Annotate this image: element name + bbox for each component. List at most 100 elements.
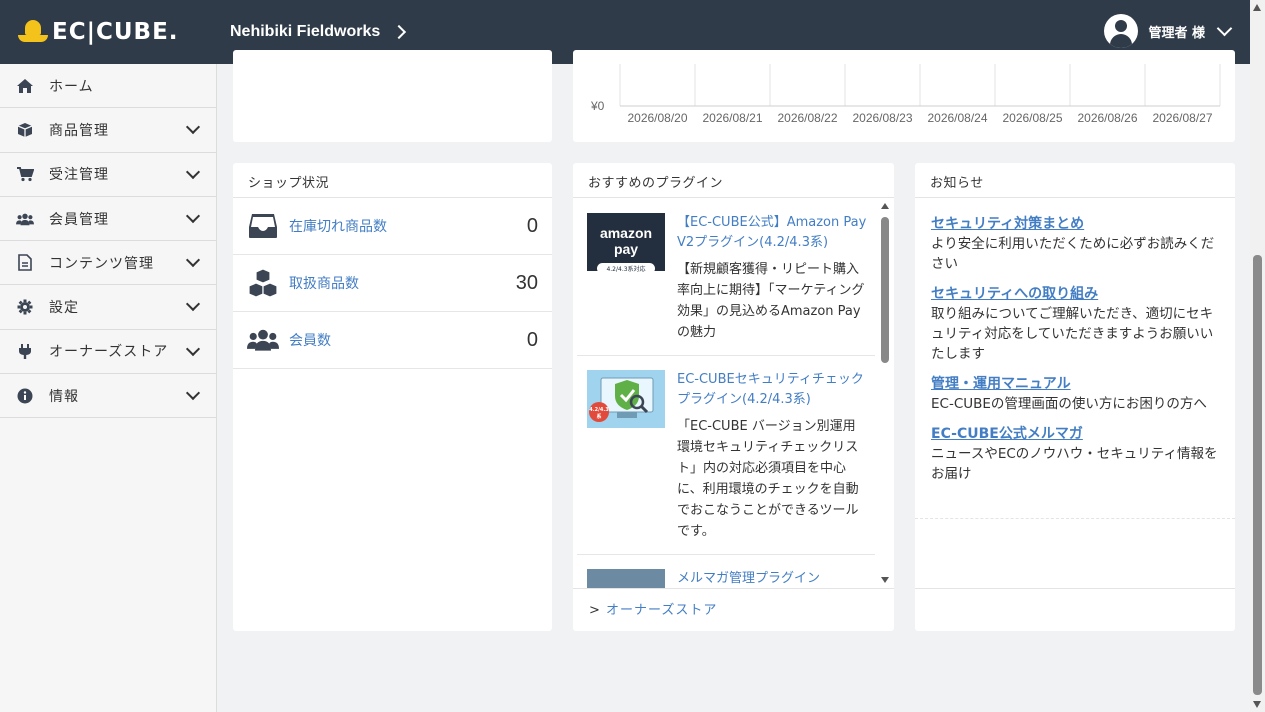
plugins-card: おすすめのプラグイン amazon pay 4.2/4.3系対応 【EC-CUB…: [573, 163, 894, 631]
plugin-title-link[interactable]: EC-CUBEセキュリティチェックプラグイン(4.2/4.3系): [677, 370, 875, 410]
owners-store-link[interactable]: > オーナーズストア: [573, 588, 894, 631]
home-icon: [16, 77, 34, 95]
sales-chart: ¥0 2026/08/20 2026/08/21 2026/08/22 2026/08/…: [590, 64, 1221, 125]
chevron-down-icon: [185, 208, 201, 223]
sidebar-item-label: 商品管理: [49, 122, 109, 139]
chevron-down-icon: [185, 120, 201, 135]
chart-x-tick-label: 2026/08/25: [1002, 111, 1062, 125]
status-value: 0: [526, 328, 538, 351]
logo-text: EC|CUBE.: [52, 19, 179, 45]
plugins-title: おすすめのプラグイン: [573, 163, 894, 198]
scroll-up-icon[interactable]: [1253, 4, 1261, 11]
sidebar-item-orders[interactable]: 受注管理: [0, 153, 216, 197]
sidebar: ホーム 商品管理 受注管理 会員管理 コンテンツ管理 設定 オーナーズストア 情…: [0, 64, 217, 712]
news-link[interactable]: セキュリティ対策まとめ: [931, 214, 1220, 234]
news-title: お知らせ: [915, 163, 1235, 198]
chart-x-tick-label: 2026/08/26: [1077, 111, 1137, 125]
chart-y-tick-label: ¥0: [590, 99, 605, 113]
chart-x-tick-label: 2026/08/24: [927, 111, 987, 125]
plugin-item[interactable]: amazon pay 4.2/4.3系対応 【EC-CUBE公式】Amazon …: [577, 199, 875, 356]
thumb-badge: 4.2/4.3系: [589, 407, 609, 420]
plugin-list-scrollbar[interactable]: [880, 203, 890, 583]
sidebar-item-label: ホーム: [49, 78, 94, 95]
owners-store-link-label[interactable]: オーナーズストア: [606, 603, 717, 618]
news-card: お知らせ セキュリティ対策まとめ より安全に利用いただくために必ずお読みください…: [915, 163, 1235, 631]
status-row-products[interactable]: 取扱商品数 30: [233, 255, 552, 312]
chart-x-tick-label: 2026/08/22: [777, 111, 837, 125]
sidebar-item-label: 受注管理: [49, 167, 109, 184]
plugin-description: 「EC-CUBE バージョン別運用環境セキュリティチェックリスト」内の対応必須項…: [677, 419, 859, 539]
news-description: ニュースやECのノウハウ・セキュリティ情報をお届け: [931, 446, 1218, 482]
sidebar-item-label: オーナーズストア: [49, 344, 169, 361]
status-label: 取扱商品数: [289, 276, 359, 292]
users-icon: [16, 210, 34, 228]
inbox-icon: [247, 211, 279, 241]
shop-name-link[interactable]: Nehibiki Fieldworks: [230, 23, 380, 41]
page-scrollbar[interactable]: [1250, 0, 1265, 712]
sidebar-item-owners-store[interactable]: オーナーズストア: [0, 330, 216, 375]
sidebar-item-contents[interactable]: コンテンツ管理: [0, 241, 216, 286]
document-icon: [16, 254, 34, 272]
link-prefix: >: [589, 603, 601, 618]
sidebar-item-settings[interactable]: 設定: [0, 285, 216, 330]
summary-card: [233, 50, 552, 142]
chevron-down-icon: [185, 164, 201, 179]
news-list: セキュリティ対策まとめ より安全に利用いただくために必ずお読みください セキュリ…: [915, 198, 1235, 519]
chevron-down-icon[interactable]: [1216, 20, 1233, 36]
scrollbar-thumb[interactable]: [1253, 255, 1262, 695]
plugin-title-link[interactable]: メルマガ管理プラグイン: [677, 569, 875, 588]
scroll-up-icon[interactable]: [881, 203, 889, 209]
status-value: 0: [526, 214, 538, 237]
news-description: 取り組みについてご理解いただき、適切にセキュリティ対応をしていただきますようお願…: [931, 306, 1214, 362]
scroll-down-icon[interactable]: [1253, 701, 1261, 708]
box-icon: [16, 121, 34, 139]
news-description: より安全に利用いただくために必ずお読みください: [931, 236, 1215, 272]
chevron-down-icon: [185, 297, 201, 312]
info-icon: [16, 387, 34, 405]
sidebar-item-label: 会員管理: [49, 211, 109, 228]
gear-icon: [16, 298, 34, 316]
thumb-text: amazon pay: [599, 225, 653, 257]
news-link[interactable]: EC-CUBE公式メルマガ: [931, 424, 1220, 444]
ec-cube-logo[interactable]: EC|CUBE.: [18, 19, 210, 45]
plugin-item[interactable]: メルマガ管理プラグイン: [577, 555, 875, 588]
scroll-down-icon[interactable]: [881, 577, 889, 583]
sales-chart-card: ¥0 2026/08/20 2026/08/21 2026/08/22 2026/08/…: [573, 50, 1235, 142]
sidebar-item-info[interactable]: 情報: [0, 374, 216, 419]
sidebar-item-members[interactable]: 会員管理: [0, 197, 216, 242]
sidebar-item-label: 情報: [49, 388, 79, 405]
scrollbar-thumb[interactable]: [881, 217, 889, 363]
shop-status-card: ショップ状況 在庫切れ商品数 0 取扱商品数 30 会員数 0: [233, 163, 552, 631]
cubes-icon: [247, 268, 279, 298]
sidebar-item-home[interactable]: ホーム: [0, 64, 216, 109]
sidebar-item-label: コンテンツ管理: [49, 255, 154, 272]
status-value: 30: [515, 271, 538, 294]
mail-magazine-thumbnail: [587, 569, 665, 588]
status-row-out-of-stock[interactable]: 在庫切れ商品数 0: [233, 198, 552, 255]
plugin-list[interactable]: amazon pay 4.2/4.3系対応 【EC-CUBE公式】Amazon …: [577, 199, 875, 588]
news-link[interactable]: 管理・運用マニュアル: [931, 374, 1220, 394]
chevron-down-icon: [185, 341, 201, 356]
plugin-description: 【新規顧客獲得・リピート購入率向上に期待】「マーケティング効果」の見込めるAma…: [677, 262, 865, 340]
status-label: 会員数: [289, 333, 331, 349]
cart-icon: [16, 165, 34, 183]
news-link[interactable]: セキュリティへの取り組み: [931, 284, 1220, 304]
chart-x-tick-label: 2026/08/27: [1152, 111, 1212, 125]
users-icon: [247, 325, 279, 355]
shop-status-title: ショップ状況: [233, 163, 552, 198]
user-avatar-icon: [1104, 14, 1139, 48]
chevron-right-icon[interactable]: [392, 24, 407, 40]
plugin-item[interactable]: 4.2/4.3系 EC-CUBEセキュリティチェックプラグイン(4.2/4.3系…: [577, 356, 875, 555]
chart-x-tick-label: 2026/08/20: [627, 111, 687, 125]
status-row-members[interactable]: 会員数 0: [233, 312, 552, 369]
plugin-title-link[interactable]: 【EC-CUBE公式】Amazon Pay V2プラグイン(4.2/4.3系): [677, 213, 875, 253]
chart-x-tick-label: 2026/08/21: [702, 111, 762, 125]
user-menu[interactable]: 管理者 様: [1104, 14, 1233, 48]
sidebar-item-products[interactable]: 商品管理: [0, 108, 216, 153]
news-description: EC-CUBEの管理画面の使い方にお困りの方へ: [931, 396, 1207, 412]
logo-hat-icon: [18, 20, 48, 44]
sidebar-item-label: 設定: [49, 300, 79, 317]
security-check-thumbnail: 4.2/4.3系: [587, 370, 665, 428]
thumb-sub: 4.2/4.3系対応: [597, 263, 655, 274]
status-label: 在庫切れ商品数: [289, 219, 387, 235]
